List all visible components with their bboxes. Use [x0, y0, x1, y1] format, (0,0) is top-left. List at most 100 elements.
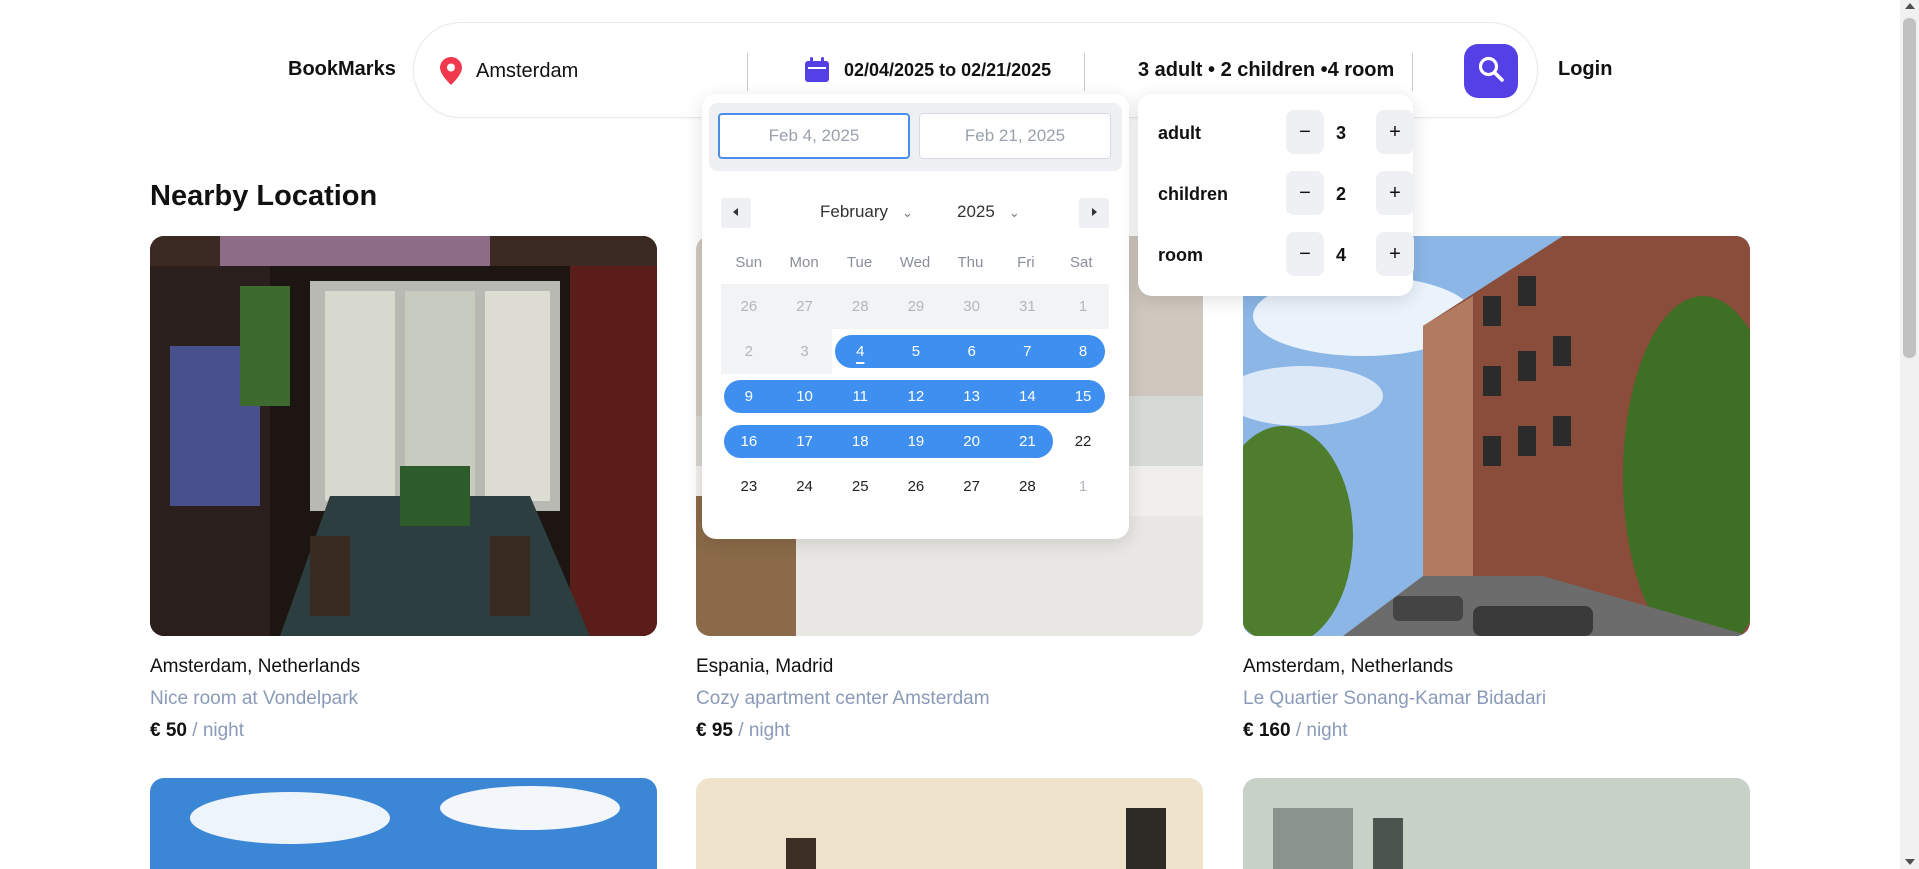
calendar-icon — [804, 57, 830, 83]
calendar-day[interactable]: 11 — [832, 380, 888, 413]
price-unit: / night — [732, 720, 791, 741]
calendar-day[interactable]: 27 — [777, 290, 833, 323]
chevron-down-icon: ⌄ — [1008, 205, 1020, 220]
search-icon — [1477, 55, 1505, 88]
divider — [1084, 53, 1085, 91]
listing-name[interactable]: Cozy apartment center Amsterdam — [696, 688, 1203, 710]
scroll-down-arrow-icon[interactable] — [1905, 859, 1915, 865]
calendar-day[interactable]: 6 — [944, 335, 1000, 368]
price-amount: € 95 — [696, 720, 733, 741]
minus-icon: − — [1299, 242, 1311, 265]
calendar-day[interactable]: 28 — [832, 290, 888, 323]
minus-icon: − — [1299, 120, 1311, 143]
guest-label: room — [1158, 245, 1203, 265]
vertical-scrollbar[interactable] — [1900, 0, 1919, 869]
next-month-button[interactable] — [1079, 198, 1109, 228]
search-button[interactable] — [1464, 44, 1518, 98]
guest-count: 4 — [1335, 245, 1346, 265]
guests-field[interactable]: 3 adult • 2 children •4 room — [1138, 59, 1394, 82]
weekday-label: Sat — [1069, 254, 1093, 271]
calendar-day[interactable]: 23 — [721, 470, 777, 503]
calendar-day[interactable]: 27 — [944, 470, 1000, 503]
listing-name[interactable]: Le Quartier Sonang-Kamar Bidadari — [1243, 688, 1750, 710]
increment-room-button[interactable]: + — [1376, 232, 1414, 276]
listing-photo[interactable] — [1243, 236, 1750, 636]
calendar-week: 23 24 25 26 27 28 1 — [721, 464, 1109, 509]
month-select[interactable]: February ⌄ — [820, 202, 913, 222]
listing-photo[interactable] — [696, 778, 1203, 869]
calendar-day[interactable]: 1 — [1055, 290, 1111, 323]
end-date-input[interactable] — [919, 113, 1111, 159]
calendar-day[interactable]: 19 — [888, 425, 944, 458]
calendar-week: 26 27 28 29 30 31 1 — [721, 284, 1109, 329]
listing-photo[interactable] — [150, 778, 657, 869]
location-input[interactable] — [476, 59, 726, 83]
calendar-week: 9 10 11 12 13 14 15 — [721, 374, 1109, 419]
calendar-day[interactable]: 10 — [777, 380, 833, 413]
calendar-day[interactable]: 18 — [832, 425, 888, 458]
start-date-input[interactable] — [718, 113, 910, 159]
calendar-day[interactable]: 15 — [1055, 380, 1111, 413]
calendar-day[interactable]: 16 — [721, 425, 777, 458]
login-link[interactable]: Login — [1558, 58, 1612, 81]
calendar-day[interactable]: 14 — [1000, 380, 1056, 413]
listing-location: Espania, Madrid — [696, 656, 834, 677]
guest-count: 3 — [1335, 123, 1346, 143]
price-unit: / night — [1290, 720, 1348, 741]
decrement-adult-button[interactable]: − — [1286, 110, 1324, 154]
scroll-up-arrow-icon[interactable] — [1905, 3, 1915, 9]
listing-name[interactable]: Nice room at Vondelpark — [150, 688, 657, 710]
decrement-room-button[interactable]: − — [1286, 232, 1324, 276]
weekday-label: Mon — [789, 254, 819, 271]
increment-children-button[interactable]: + — [1376, 171, 1414, 215]
weekday-label: Fri — [1017, 254, 1035, 271]
price-amount: € 160 — [1243, 720, 1291, 741]
calendar-day[interactable]: 13 — [944, 380, 1000, 413]
calendar-day-selected-start[interactable]: 4 — [832, 335, 888, 368]
guest-row-adult: adult − 3 + — [1158, 110, 1414, 156]
guest-row-room: room − 4 + — [1158, 232, 1414, 278]
year-select[interactable]: 2025 ⌄ — [957, 202, 1020, 222]
year-label: 2025 — [957, 202, 995, 221]
date-range-field[interactable]: 02/04/2025 to 02/21/2025 — [804, 57, 1051, 83]
listing-card[interactable]: Amsterdam, Netherlands Nice room at Vond… — [150, 236, 657, 742]
calendar-day[interactable]: 29 — [888, 290, 944, 323]
calendar-week: 16 17 18 19 20 21 22 — [721, 419, 1109, 464]
calendar-day[interactable]: 26 — [721, 290, 777, 323]
divider — [1412, 53, 1413, 91]
increment-adult-button[interactable]: + — [1376, 110, 1414, 154]
calendar-day[interactable]: 26 — [888, 470, 944, 503]
calendar-day[interactable]: 20 — [944, 425, 1000, 458]
calendar-day[interactable]: 2 — [721, 335, 777, 368]
scrollbar-thumb[interactable] — [1903, 18, 1916, 358]
calendar-day[interactable]: 1 — [1055, 470, 1111, 503]
calendar-day-selected-end[interactable]: 21 — [1000, 425, 1056, 458]
calendar-day[interactable]: 8 — [1055, 335, 1111, 368]
caret-right-icon — [1089, 204, 1099, 222]
calendar-day[interactable]: 30 — [944, 290, 1000, 323]
calendar-day[interactable]: 9 — [721, 380, 777, 413]
calendar-day[interactable]: 22 — [1055, 425, 1111, 458]
calendar-day[interactable]: 12 — [888, 380, 944, 413]
calendar-day[interactable]: 7 — [1000, 335, 1056, 368]
date-picker-popup: February⌄ 2025⌄ Sun Mon Tue Wed Thu Fri … — [702, 94, 1129, 539]
calendar-day[interactable]: 25 — [832, 470, 888, 503]
calendar-day[interactable]: 3 — [777, 335, 833, 368]
brand-logo[interactable]: BookMarks — [288, 58, 396, 81]
prev-month-button[interactable] — [721, 198, 751, 228]
calendar-day[interactable]: 5 — [888, 335, 944, 368]
weekday-label: Thu — [957, 254, 984, 271]
decrement-children-button[interactable]: − — [1286, 171, 1324, 215]
calendar-day[interactable]: 28 — [1000, 470, 1056, 503]
listing-card[interactable]: Amsterdam, Netherlands Le Quartier Sonan… — [1243, 236, 1750, 742]
price-unit: / night — [186, 720, 245, 741]
month-label: February — [820, 202, 889, 221]
location-field[interactable] — [440, 57, 726, 85]
listing-photo[interactable] — [1243, 778, 1750, 869]
calendar-day[interactable]: 17 — [777, 425, 833, 458]
listing-photo[interactable] — [150, 236, 657, 636]
calendar-day[interactable]: 24 — [777, 470, 833, 503]
guest-label: adult — [1158, 123, 1201, 143]
guest-count: 2 — [1335, 184, 1346, 204]
calendar-day[interactable]: 31 — [1000, 290, 1056, 323]
